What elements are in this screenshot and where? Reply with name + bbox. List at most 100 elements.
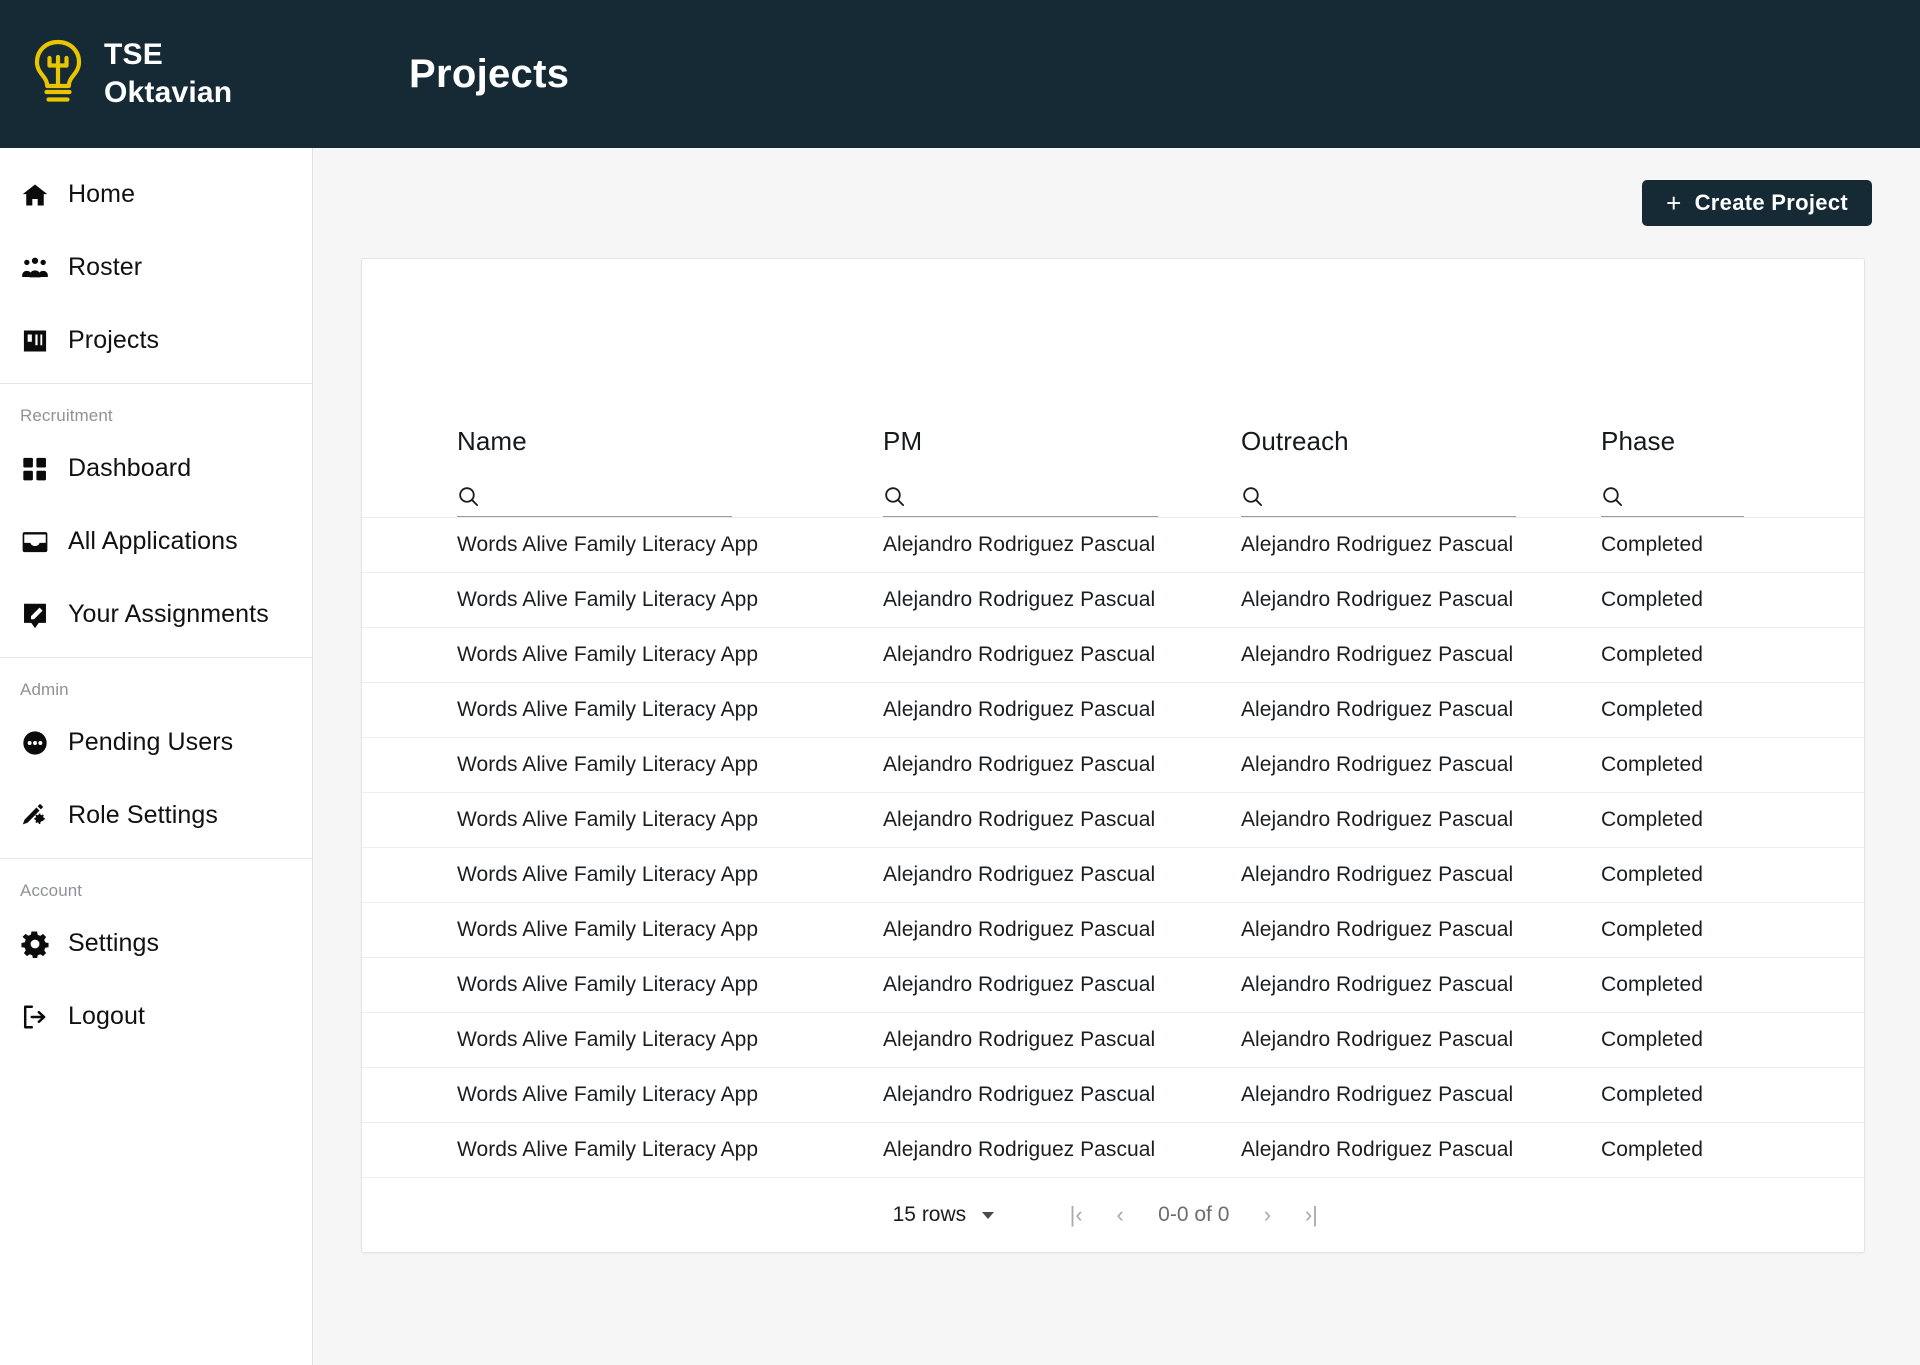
cell-name: Words Alive Family Literacy App: [457, 807, 759, 831]
sidebar-item-your-assignments[interactable]: Your Assignments: [0, 578, 312, 651]
sidebar-group: Home Roster Projects: [0, 158, 312, 383]
sidebar-group-label: Account: [20, 881, 83, 900]
table-row[interactable]: Words Alive Family Literacy App Alejandro…: [362, 1012, 1866, 1067]
cell-outreach: Alejandro Rodriguez Pascual: [1241, 642, 1514, 666]
create-project-button[interactable]: + Create Project: [1642, 180, 1872, 226]
sidebar-item-home[interactable]: Home: [0, 158, 312, 231]
sidebar-item-roster[interactable]: Roster: [0, 231, 312, 304]
home-icon: [20, 180, 50, 210]
column-search-input[interactable]: [1632, 484, 1744, 508]
pagination-range: 0-0 of 0: [1158, 1203, 1230, 1226]
table-row[interactable]: Words Alive Family Literacy App Alejandro…: [362, 682, 1866, 737]
sidebar-group-label: Recruitment: [20, 406, 113, 425]
cell-name: Words Alive Family Literacy App: [457, 642, 759, 666]
brand-name: TSE Oktavian: [104, 37, 233, 109]
cell-phase: Completed: [1601, 1027, 1704, 1051]
search-icon: [1601, 485, 1624, 508]
cell-outreach: Alejandro Rodriguez Pascual: [1241, 1137, 1514, 1161]
cell-phase: Completed: [1601, 697, 1704, 721]
sidebar-item-role-settings[interactable]: Role Settings: [0, 779, 312, 852]
table-row[interactable]: Words Alive Family Literacy App Alejandro…: [362, 517, 1866, 572]
table-row[interactable]: Words Alive Family Literacy App Alejandro…: [362, 847, 1866, 902]
sidebar-item-dashboard[interactable]: Dashboard: [0, 432, 312, 505]
column-filter-pm[interactable]: [883, 477, 1158, 517]
grid-dashboard-icon: [20, 454, 50, 484]
cell-phase: Completed: [1601, 642, 1704, 666]
first-page-button[interactable]: |‹: [1054, 1193, 1098, 1237]
cell-phase: Completed: [1601, 532, 1704, 556]
sidebar-group-label: Admin: [20, 680, 69, 699]
table-row[interactable]: Words Alive Family Literacy App Alejandro…: [362, 627, 1866, 682]
column-header-name: Name: [362, 259, 788, 517]
content-toolbar: + Create Project: [313, 148, 1920, 258]
column-search-input[interactable]: [914, 484, 1158, 508]
pencil-gear-icon: [20, 801, 50, 831]
table-row[interactable]: Words Alive Family Literacy App Alejandro…: [362, 792, 1866, 847]
last-page-button[interactable]: ›|: [1289, 1193, 1333, 1237]
cell-outreach: Alejandro Rodriguez Pascual: [1241, 807, 1514, 831]
prev-page-button[interactable]: ‹: [1098, 1193, 1142, 1237]
column-filter-outreach[interactable]: [1241, 477, 1516, 517]
column-header-label: PM: [883, 425, 923, 456]
sidebar-item-label: All Applications: [68, 527, 238, 555]
column-header-label: Name: [457, 425, 527, 456]
cell-pm: Alejandro Rodriguez Pascual: [883, 1027, 1156, 1051]
sidebar-item-label: Role Settings: [68, 801, 218, 829]
projects-table: Name PM Outreach Phase Words Alive Family L…: [362, 259, 1866, 1177]
sidebar-item-settings[interactable]: Settings: [0, 907, 312, 980]
brand-block[interactable]: TSE Oktavian: [0, 0, 313, 148]
column-header-label: Outreach: [1241, 425, 1349, 456]
cell-phase: Completed: [1601, 1082, 1704, 1106]
cell-phase: Completed: [1601, 1137, 1704, 1161]
rows-per-page-label: 15 rows: [892, 1203, 967, 1226]
column-search-input[interactable]: [1272, 484, 1516, 508]
column-header-pm: PM: [788, 259, 1158, 517]
cell-name: Words Alive Family Literacy App: [457, 917, 759, 941]
table-row[interactable]: Words Alive Family Literacy App Alejandro…: [362, 902, 1866, 957]
cell-name: Words Alive Family Literacy App: [457, 697, 759, 721]
sidebar-item-all-applications[interactable]: All Applications: [0, 505, 312, 578]
projects-icon: [20, 326, 50, 356]
table-row[interactable]: Words Alive Family Literacy App Alejandro…: [362, 1122, 1866, 1177]
column-search-input[interactable]: [488, 484, 732, 508]
cell-name: Words Alive Family Literacy App: [457, 587, 759, 611]
table-header-row: Name PM Outreach Phase: [362, 259, 1866, 517]
search-icon: [457, 485, 480, 508]
table-row[interactable]: Words Alive Family Literacy App Alejandro…: [362, 572, 1866, 627]
cell-phase: Completed: [1601, 587, 1704, 611]
column-filter-name[interactable]: [457, 477, 732, 517]
sidebar-item-label: Roster: [68, 253, 143, 281]
logout-icon: [20, 1002, 50, 1032]
table-row[interactable]: Words Alive Family Literacy App Alejandro…: [362, 957, 1866, 1012]
cell-name: Words Alive Family Literacy App: [457, 752, 759, 776]
cell-phase: Completed: [1601, 752, 1704, 776]
table-row[interactable]: Words Alive Family Literacy App Alejandro…: [362, 737, 1866, 792]
table-body: Words Alive Family Literacy App Alejandro…: [362, 517, 1866, 1177]
sidebar-nav: Home Roster Projects Recruitment Dashboard Al…: [0, 148, 313, 1365]
inbox-icon: [20, 527, 50, 557]
cell-outreach: Alejandro Rodriguez Pascual: [1241, 1082, 1514, 1106]
cell-phase: Completed: [1601, 917, 1704, 941]
column-header-phase: Phase: [1506, 259, 1866, 517]
sidebar-item-logout[interactable]: Logout: [0, 980, 312, 1053]
next-page-button[interactable]: ›: [1245, 1193, 1289, 1237]
sidebar-group: Account Settings Logout: [0, 858, 312, 1059]
cell-pm: Alejandro Rodriguez Pascual: [883, 917, 1156, 941]
cell-pm: Alejandro Rodriguez Pascual: [883, 1082, 1156, 1106]
plus-icon: +: [1666, 188, 1682, 218]
cell-outreach: Alejandro Rodriguez Pascual: [1241, 972, 1514, 996]
cell-name: Words Alive Family Literacy App: [457, 1082, 759, 1106]
sidebar-item-pending-users[interactable]: Pending Users: [0, 706, 312, 779]
page-title: Projects: [409, 51, 570, 96]
sidebar-item-projects[interactable]: Projects: [0, 304, 312, 377]
rows-per-page-select[interactable]: 15 rows: [893, 1203, 995, 1227]
sidebar-group: Recruitment Dashboard All Applications Your…: [0, 383, 312, 657]
table-row[interactable]: Words Alive Family Literacy App Alejandro…: [362, 1067, 1866, 1122]
cell-pm: Alejandro Rodriguez Pascual: [883, 697, 1156, 721]
column-filter-phase[interactable]: [1601, 477, 1744, 517]
cell-outreach: Alejandro Rodriguez Pascual: [1241, 862, 1514, 886]
cell-pm: Alejandro Rodriguez Pascual: [883, 587, 1156, 611]
cell-name: Words Alive Family Literacy App: [457, 532, 759, 556]
cell-outreach: Alejandro Rodriguez Pascual: [1241, 752, 1514, 776]
table-footer: 15 rows |‹ ‹ 0-0 of 0 › ›|: [362, 1177, 1864, 1252]
